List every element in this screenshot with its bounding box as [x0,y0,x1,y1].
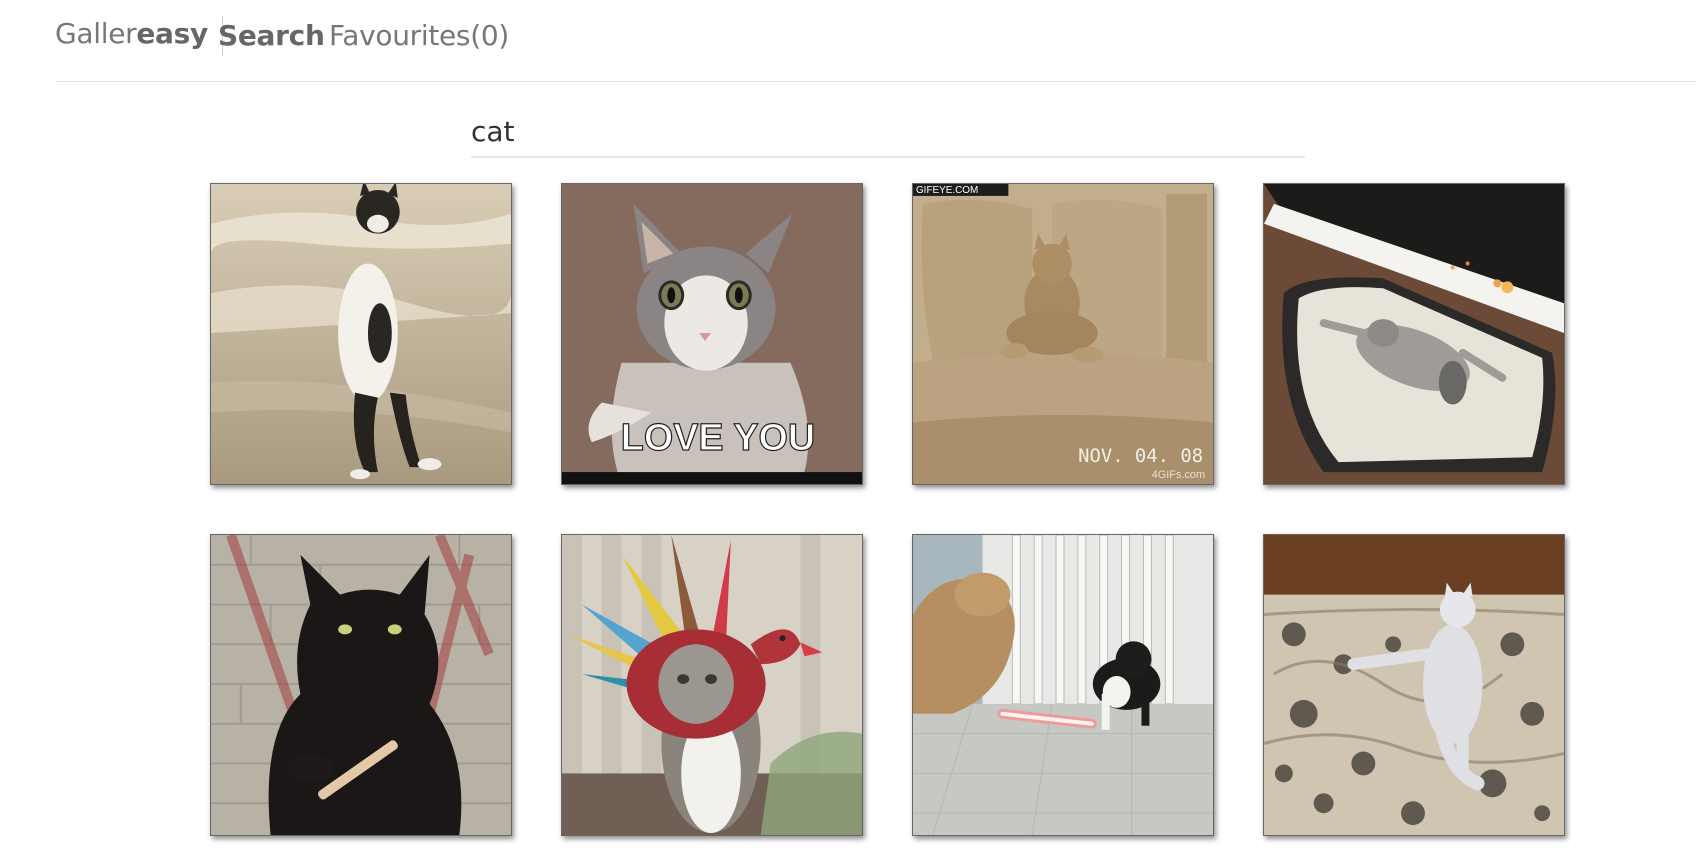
result-tile[interactable]: LOVE YOU [561,183,863,485]
brand-logo[interactable]: Gallereasy [55,16,223,56]
result-tile[interactable] [1263,534,1565,836]
result-tile[interactable] [210,534,512,836]
search-bar [471,108,1305,158]
gif-thumbnail [1264,535,1564,835]
results-grid: LOVE YOU GIFEYE.COM NOV. 04. 08 4GIFs.co… [210,183,1568,843]
gif-watermark-bottom: 4GIFs.com [1152,469,1205,481]
gif-thumbnail: LOVE YOU [562,184,862,484]
brand-bold: easy [136,17,208,50]
gif-thumbnail [1264,184,1564,484]
search-input[interactable] [471,108,1305,154]
gif-thumbnail [562,535,862,835]
gif-caption: LOVE YOU [621,416,815,458]
gif-thumbnail: GIFEYE.COM NOV. 04. 08 4GIFs.com [913,184,1213,484]
gif-thumbnail [211,184,511,484]
navbar: Gallereasy Search Favourites(0) [55,0,1696,82]
gif-watermark-top: GIFEYE.COM [916,185,978,196]
result-tile[interactable] [1263,183,1565,485]
gif-thumbnail [913,535,1213,835]
result-tile[interactable] [210,183,512,485]
brand-light: Galler [55,17,137,50]
nav-favourites-link[interactable]: Favourites(0) [329,18,509,54]
result-tile[interactable]: GIFEYE.COM NOV. 04. 08 4GIFs.com [912,183,1214,485]
nav-search-link[interactable]: Search [218,18,325,54]
result-tile[interactable] [561,534,863,836]
gif-thumbnail [211,535,511,835]
result-tile[interactable] [912,534,1214,836]
gif-caption: NOV. 04. 08 [1078,445,1203,467]
